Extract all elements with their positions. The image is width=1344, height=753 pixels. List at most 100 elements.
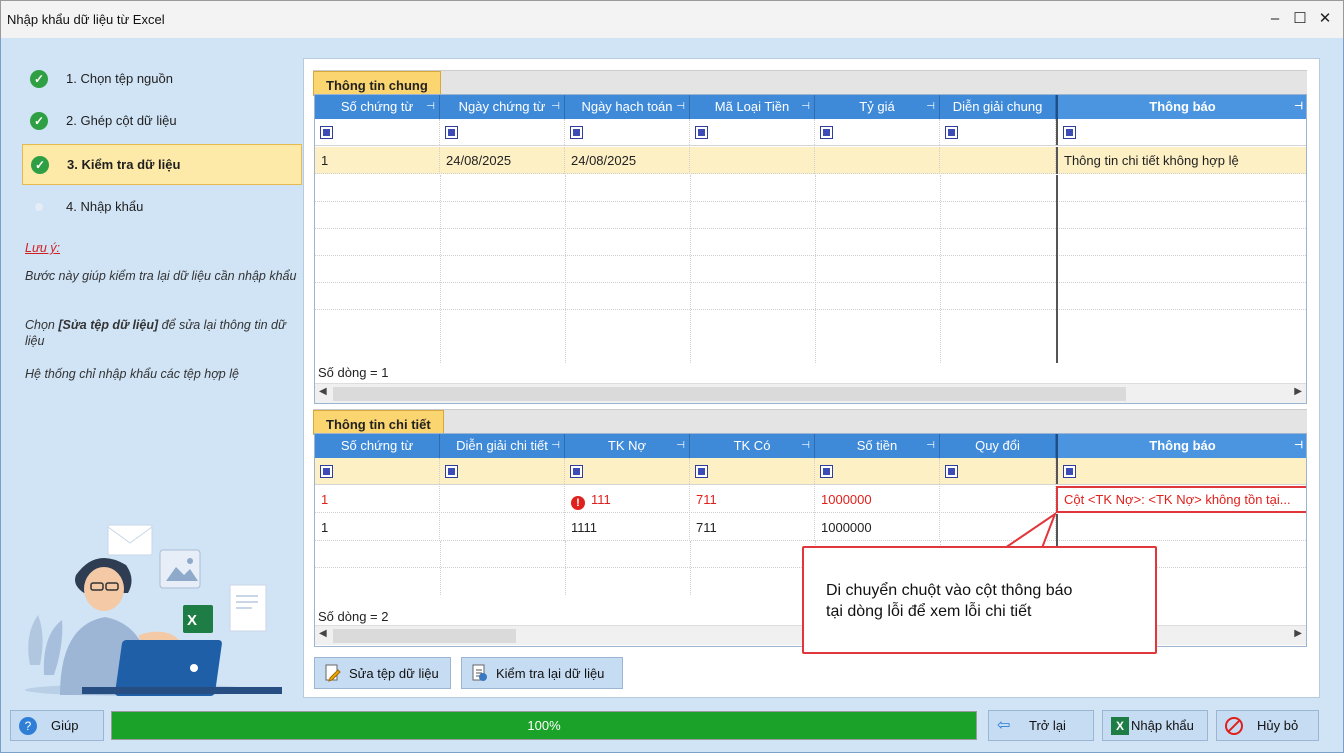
cell-message[interactable]: Thông tin chi tiết không hợp lệ: [1056, 147, 1306, 174]
filter-cell[interactable]: [1056, 458, 1306, 484]
filter-cell[interactable]: [815, 458, 940, 484]
note-edit-file: Chọn [Sửa tệp dữ liệu] để sửa lại thông …: [25, 317, 300, 349]
tab-detail-info[interactable]: Thông tin chi tiết: [313, 410, 444, 435]
empty-row: [315, 256, 1306, 283]
col-voucher-date[interactable]: Ngày chứng từ ⊣: [440, 95, 565, 119]
note-valid-files: Hệ thống chỉ nhập khẩu các tệp hợp lệ: [25, 367, 239, 381]
filter-icon[interactable]: [445, 126, 458, 139]
pin-icon[interactable]: ⊣: [1294, 95, 1303, 119]
filter-icon[interactable]: [945, 126, 958, 139]
filter-cell[interactable]: [690, 119, 815, 145]
col-posting-date[interactable]: Ngày hạch toán ⊣: [565, 95, 690, 119]
scroll-thumb[interactable]: [333, 629, 516, 643]
filter-cell[interactable]: [440, 119, 565, 145]
col-description[interactable]: Diễn giải chung: [940, 95, 1056, 119]
table-row-error[interactable]: 1 ! 111 711 1000000 Cột <TK Nợ>: <TK Nợ> …: [315, 486, 1306, 513]
table-row[interactable]: 1 1111 711 1000000: [315, 514, 1306, 541]
tab-general-info[interactable]: Thông tin chung: [313, 71, 441, 96]
step-choose-file: ✓ 1. Chọn tệp nguồn: [22, 59, 302, 99]
filter-icon[interactable]: [695, 126, 708, 139]
horizontal-scrollbar[interactable]: ◀ ▶: [315, 383, 1306, 403]
filter-cell[interactable]: [940, 119, 1056, 145]
callout-line: Di chuyển chuột vào cột thông báo: [826, 582, 1073, 599]
cell-amount: 1000000: [815, 486, 940, 513]
col-message[interactable]: Thông báo ⊣: [1056, 95, 1306, 119]
progress-bar: 100%: [111, 711, 977, 740]
col-credit-account[interactable]: TK Có ⊣: [690, 434, 815, 458]
empty-row: [315, 310, 1306, 337]
scroll-right-icon[interactable]: ▶: [1294, 628, 1302, 639]
minimize-button[interactable]: –: [1263, 7, 1287, 31]
row-count: Số dòng = 1: [318, 365, 389, 380]
pin-icon[interactable]: ⊣: [801, 434, 810, 458]
filter-icon[interactable]: [695, 465, 708, 478]
illustration: X: [25, 524, 282, 696]
pin-icon[interactable]: ⊣: [926, 434, 935, 458]
filter-cell[interactable]: [815, 119, 940, 145]
pin-icon[interactable]: ⊣: [801, 95, 810, 119]
filter-cell[interactable]: [1056, 119, 1306, 145]
col-voucher-no[interactable]: Số chứng từ ⊣: [315, 95, 440, 119]
filter-icon[interactable]: [320, 465, 333, 478]
col-label: Số chứng từ: [340, 438, 414, 453]
filter-icon[interactable]: [570, 126, 583, 139]
pin-icon[interactable]: ⊣: [926, 95, 935, 119]
filter-cell[interactable]: [315, 458, 440, 484]
filter-icon[interactable]: [1063, 126, 1076, 139]
col-currency[interactable]: Mã Loại Tiền ⊣: [690, 95, 815, 119]
scroll-right-icon[interactable]: ▶: [1294, 386, 1302, 397]
col-exchange-rate[interactable]: Tỷ giá ⊣: [815, 95, 940, 119]
col-label: TK Nợ: [607, 438, 647, 453]
recheck-data-button[interactable]: Kiểm tra lại dữ liệu: [461, 657, 623, 689]
pin-icon[interactable]: ⊣: [1294, 434, 1303, 458]
pin-icon[interactable]: ⊣: [551, 95, 560, 119]
note-bold-text: [Sửa tệp dữ liệu]: [58, 318, 159, 332]
pin-icon[interactable]: ⊣: [426, 95, 435, 119]
step-import: 4. Nhập khẩu: [22, 187, 302, 227]
col-label: Thông báo: [1149, 438, 1216, 453]
filter-cell[interactable]: [690, 458, 815, 484]
scroll-left-icon[interactable]: ◀: [319, 628, 327, 639]
edit-file-button[interactable]: Sửa tệp dữ liệu: [314, 657, 451, 689]
col-line-description[interactable]: Diễn giải chi tiết ⊣: [440, 434, 565, 458]
col-amount[interactable]: Số tiền ⊣: [815, 434, 940, 458]
empty-row: [315, 283, 1306, 310]
table-row[interactable]: 1 24/08/2025 24/08/2025 Thông tin chi ti…: [315, 147, 1306, 174]
pin-icon[interactable]: ⊣: [676, 95, 685, 119]
pin-icon[interactable]: ⊣: [676, 434, 685, 458]
filter-icon[interactable]: [820, 126, 833, 139]
filter-icon[interactable]: [320, 126, 333, 139]
filter-icon[interactable]: [820, 465, 833, 478]
col-debit-account[interactable]: TK Nợ ⊣: [565, 434, 690, 458]
step-map-columns: ✓ 2. Ghép cột dữ liệu: [22, 101, 302, 141]
cell-message[interactable]: Cột <TK Nợ>: <TK Nợ> không tồn tại...: [1056, 486, 1306, 513]
col-message[interactable]: Thông báo ⊣: [1056, 434, 1306, 458]
filter-cell[interactable]: [565, 458, 690, 484]
step-label: 1. Chọn tệp nguồn: [66, 71, 173, 86]
close-button[interactable]: ✕: [1313, 7, 1337, 31]
col-label: Số chứng từ: [340, 99, 414, 114]
filter-cell[interactable]: [940, 458, 1056, 484]
filter-icon[interactable]: [1063, 465, 1076, 478]
filter-cell[interactable]: [440, 458, 565, 484]
col-converted[interactable]: Quy đổi: [940, 434, 1056, 458]
filter-cell[interactable]: [315, 119, 440, 145]
col-voucher-no[interactable]: Số chứng từ: [315, 434, 440, 458]
filter-icon[interactable]: [945, 465, 958, 478]
scroll-left-icon[interactable]: ◀: [319, 386, 327, 397]
col-label: Số tiền: [856, 438, 898, 453]
cancel-button[interactable]: Hủy bỏ: [1216, 710, 1319, 741]
help-button[interactable]: ? Giúp: [10, 710, 104, 741]
cell-line-description: [440, 514, 565, 541]
back-button[interactable]: ⇦ Trở lại: [988, 710, 1094, 741]
filter-icon[interactable]: [445, 465, 458, 478]
filter-icon[interactable]: [570, 465, 583, 478]
filter-cell[interactable]: [565, 119, 690, 145]
pin-icon[interactable]: ⊣: [551, 434, 560, 458]
cell-message[interactable]: [1056, 514, 1306, 541]
import-button[interactable]: X Nhập khẩu: [1102, 710, 1208, 741]
maximize-button[interactable]: ☐: [1288, 7, 1312, 31]
empty-row: [315, 202, 1306, 229]
window-title: Nhập khẩu dữ liệu từ Excel: [7, 12, 165, 27]
scroll-thumb[interactable]: [333, 387, 1126, 401]
